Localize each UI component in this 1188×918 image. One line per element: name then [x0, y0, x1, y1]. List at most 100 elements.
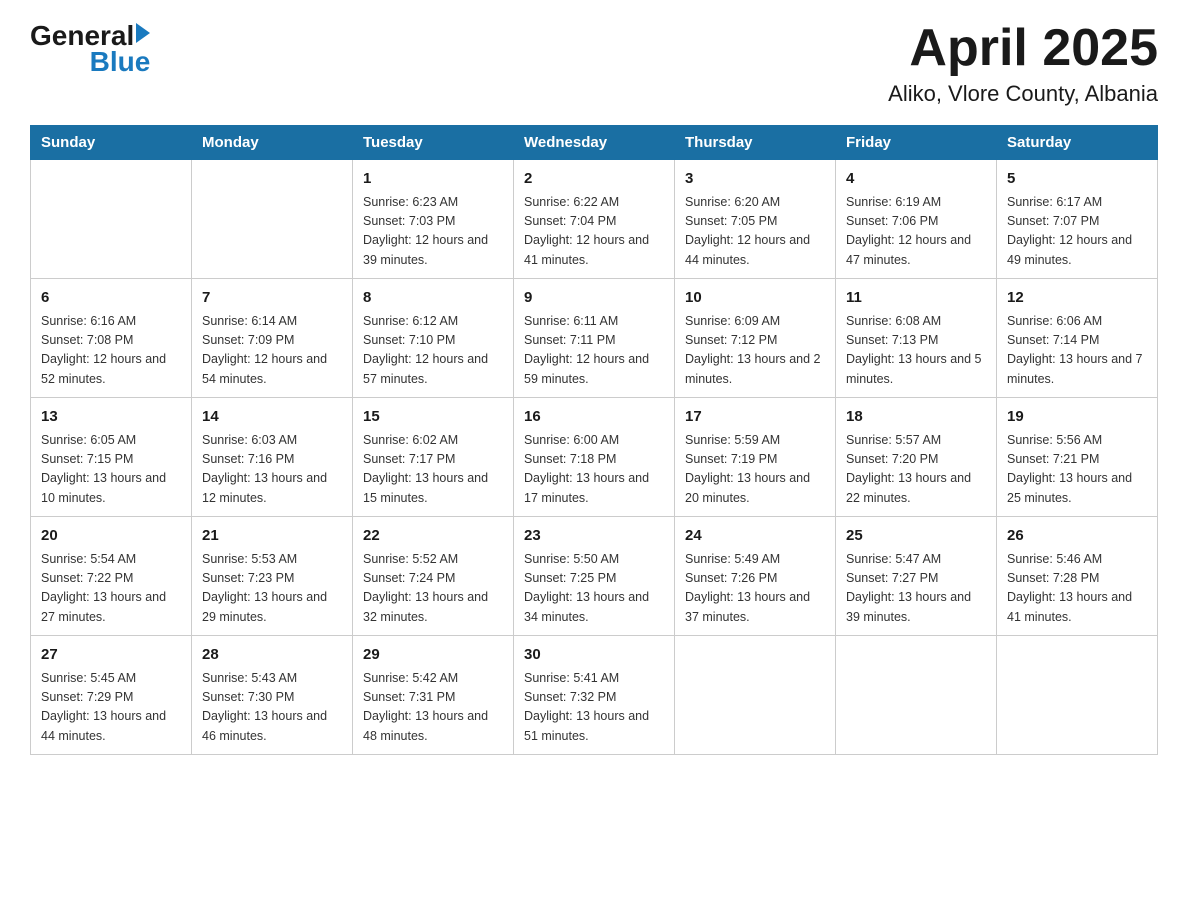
day-info: Sunrise: 5:56 AMSunset: 7:21 PMDaylight:…: [1007, 431, 1147, 509]
day-number: 1: [363, 168, 503, 191]
weekday-header-monday: Monday: [192, 126, 353, 160]
calendar-cell: 11Sunrise: 6:08 AMSunset: 7:13 PMDayligh…: [836, 279, 997, 398]
calendar-cell: 23Sunrise: 5:50 AMSunset: 7:25 PMDayligh…: [514, 517, 675, 636]
month-title: April 2025: [888, 20, 1158, 77]
day-info: Sunrise: 6:23 AMSunset: 7:03 PMDaylight:…: [363, 193, 503, 271]
location-title: Aliko, Vlore County, Albania: [888, 81, 1158, 107]
day-info: Sunrise: 6:06 AMSunset: 7:14 PMDaylight:…: [1007, 312, 1147, 390]
day-number: 3: [685, 168, 825, 191]
day-info: Sunrise: 5:54 AMSunset: 7:22 PMDaylight:…: [41, 550, 181, 628]
title-area: April 2025 Aliko, Vlore County, Albania: [888, 20, 1158, 107]
calendar-cell: 10Sunrise: 6:09 AMSunset: 7:12 PMDayligh…: [675, 279, 836, 398]
calendar-cell: [192, 160, 353, 279]
calendar-cell: 8Sunrise: 6:12 AMSunset: 7:10 PMDaylight…: [353, 279, 514, 398]
week-row-1: 1Sunrise: 6:23 AMSunset: 7:03 PMDaylight…: [31, 160, 1158, 279]
day-number: 18: [846, 406, 986, 429]
day-number: 13: [41, 406, 181, 429]
calendar-cell: [836, 636, 997, 755]
day-info: Sunrise: 6:02 AMSunset: 7:17 PMDaylight:…: [363, 431, 503, 509]
calendar-cell: 4Sunrise: 6:19 AMSunset: 7:06 PMDaylight…: [836, 160, 997, 279]
day-info: Sunrise: 5:42 AMSunset: 7:31 PMDaylight:…: [363, 669, 503, 747]
calendar-cell: 29Sunrise: 5:42 AMSunset: 7:31 PMDayligh…: [353, 636, 514, 755]
day-number: 14: [202, 406, 342, 429]
day-number: 15: [363, 406, 503, 429]
calendar-cell: 14Sunrise: 6:03 AMSunset: 7:16 PMDayligh…: [192, 398, 353, 517]
day-info: Sunrise: 6:05 AMSunset: 7:15 PMDaylight:…: [41, 431, 181, 509]
day-number: 25: [846, 525, 986, 548]
day-info: Sunrise: 6:16 AMSunset: 7:08 PMDaylight:…: [41, 312, 181, 390]
day-number: 21: [202, 525, 342, 548]
day-number: 19: [1007, 406, 1147, 429]
day-number: 9: [524, 287, 664, 310]
calendar-cell: 24Sunrise: 5:49 AMSunset: 7:26 PMDayligh…: [675, 517, 836, 636]
day-info: Sunrise: 6:08 AMSunset: 7:13 PMDaylight:…: [846, 312, 986, 390]
calendar-cell: 25Sunrise: 5:47 AMSunset: 7:27 PMDayligh…: [836, 517, 997, 636]
day-info: Sunrise: 6:03 AMSunset: 7:16 PMDaylight:…: [202, 431, 342, 509]
day-number: 10: [685, 287, 825, 310]
day-number: 11: [846, 287, 986, 310]
day-number: 8: [363, 287, 503, 310]
calendar-cell: 28Sunrise: 5:43 AMSunset: 7:30 PMDayligh…: [192, 636, 353, 755]
calendar-cell: 17Sunrise: 5:59 AMSunset: 7:19 PMDayligh…: [675, 398, 836, 517]
calendar-cell: 1Sunrise: 6:23 AMSunset: 7:03 PMDaylight…: [353, 160, 514, 279]
day-info: Sunrise: 5:59 AMSunset: 7:19 PMDaylight:…: [685, 431, 825, 509]
calendar-cell: 22Sunrise: 5:52 AMSunset: 7:24 PMDayligh…: [353, 517, 514, 636]
calendar-cell: 2Sunrise: 6:22 AMSunset: 7:04 PMDaylight…: [514, 160, 675, 279]
calendar-cell: 20Sunrise: 5:54 AMSunset: 7:22 PMDayligh…: [31, 517, 192, 636]
day-number: 6: [41, 287, 181, 310]
day-number: 20: [41, 525, 181, 548]
header: General Blue April 2025 Aliko, Vlore Cou…: [30, 20, 1158, 107]
day-info: Sunrise: 6:11 AMSunset: 7:11 PMDaylight:…: [524, 312, 664, 390]
day-info: Sunrise: 6:09 AMSunset: 7:12 PMDaylight:…: [685, 312, 825, 390]
day-number: 26: [1007, 525, 1147, 548]
week-row-5: 27Sunrise: 5:45 AMSunset: 7:29 PMDayligh…: [31, 636, 1158, 755]
calendar-cell: [31, 160, 192, 279]
day-number: 5: [1007, 168, 1147, 191]
day-info: Sunrise: 5:49 AMSunset: 7:26 PMDaylight:…: [685, 550, 825, 628]
calendar-cell: 26Sunrise: 5:46 AMSunset: 7:28 PMDayligh…: [997, 517, 1158, 636]
day-info: Sunrise: 5:52 AMSunset: 7:24 PMDaylight:…: [363, 550, 503, 628]
week-row-2: 6Sunrise: 6:16 AMSunset: 7:08 PMDaylight…: [31, 279, 1158, 398]
week-row-4: 20Sunrise: 5:54 AMSunset: 7:22 PMDayligh…: [31, 517, 1158, 636]
day-info: Sunrise: 5:50 AMSunset: 7:25 PMDaylight:…: [524, 550, 664, 628]
calendar-cell: 3Sunrise: 6:20 AMSunset: 7:05 PMDaylight…: [675, 160, 836, 279]
weekday-header-saturday: Saturday: [997, 126, 1158, 160]
day-info: Sunrise: 5:57 AMSunset: 7:20 PMDaylight:…: [846, 431, 986, 509]
calendar-cell: 6Sunrise: 6:16 AMSunset: 7:08 PMDaylight…: [31, 279, 192, 398]
day-number: 2: [524, 168, 664, 191]
weekday-header-row: SundayMondayTuesdayWednesdayThursdayFrid…: [31, 126, 1158, 160]
calendar-cell: [997, 636, 1158, 755]
day-number: 23: [524, 525, 664, 548]
logo-blue-text: Blue: [90, 46, 151, 78]
calendar-cell: 13Sunrise: 6:05 AMSunset: 7:15 PMDayligh…: [31, 398, 192, 517]
day-number: 4: [846, 168, 986, 191]
calendar-cell: 30Sunrise: 5:41 AMSunset: 7:32 PMDayligh…: [514, 636, 675, 755]
logo: General Blue: [30, 20, 150, 78]
day-number: 17: [685, 406, 825, 429]
day-number: 22: [363, 525, 503, 548]
weekday-header-wednesday: Wednesday: [514, 126, 675, 160]
calendar-cell: 5Sunrise: 6:17 AMSunset: 7:07 PMDaylight…: [997, 160, 1158, 279]
calendar-table: SundayMondayTuesdayWednesdayThursdayFrid…: [30, 125, 1158, 755]
day-number: 27: [41, 644, 181, 667]
day-info: Sunrise: 5:45 AMSunset: 7:29 PMDaylight:…: [41, 669, 181, 747]
day-info: Sunrise: 6:22 AMSunset: 7:04 PMDaylight:…: [524, 193, 664, 271]
day-number: 30: [524, 644, 664, 667]
calendar-cell: 21Sunrise: 5:53 AMSunset: 7:23 PMDayligh…: [192, 517, 353, 636]
day-info: Sunrise: 6:17 AMSunset: 7:07 PMDaylight:…: [1007, 193, 1147, 271]
weekday-header-friday: Friday: [836, 126, 997, 160]
calendar-cell: 27Sunrise: 5:45 AMSunset: 7:29 PMDayligh…: [31, 636, 192, 755]
day-info: Sunrise: 6:20 AMSunset: 7:05 PMDaylight:…: [685, 193, 825, 271]
calendar-cell: 7Sunrise: 6:14 AMSunset: 7:09 PMDaylight…: [192, 279, 353, 398]
weekday-header-sunday: Sunday: [31, 126, 192, 160]
day-number: 24: [685, 525, 825, 548]
logo-arrow-icon: [136, 23, 150, 43]
day-info: Sunrise: 5:46 AMSunset: 7:28 PMDaylight:…: [1007, 550, 1147, 628]
calendar-cell: 9Sunrise: 6:11 AMSunset: 7:11 PMDaylight…: [514, 279, 675, 398]
day-number: 16: [524, 406, 664, 429]
day-info: Sunrise: 5:41 AMSunset: 7:32 PMDaylight:…: [524, 669, 664, 747]
calendar-cell: 15Sunrise: 6:02 AMSunset: 7:17 PMDayligh…: [353, 398, 514, 517]
day-number: 29: [363, 644, 503, 667]
day-info: Sunrise: 6:12 AMSunset: 7:10 PMDaylight:…: [363, 312, 503, 390]
weekday-header-tuesday: Tuesday: [353, 126, 514, 160]
